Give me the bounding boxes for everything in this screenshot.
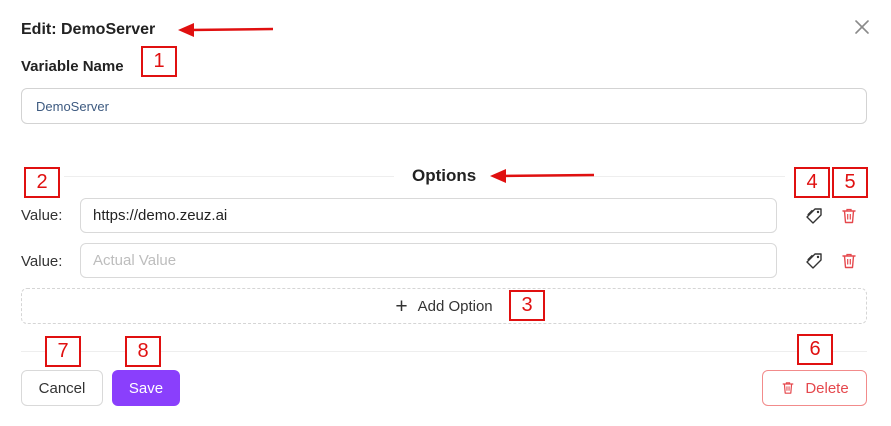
delete-option-button[interactable] <box>839 251 859 271</box>
option-value-label: Value: <box>21 207 63 224</box>
close-icon <box>855 20 869 34</box>
tag-icon <box>806 208 822 224</box>
trash-icon <box>842 253 856 269</box>
tag-button[interactable] <box>804 206 824 226</box>
dialog-title: Edit: DemoServer <box>21 21 156 38</box>
option-value-input[interactable] <box>80 243 777 278</box>
variable-name-label: Variable Name <box>21 58 124 75</box>
annotation-label: 6 <box>797 334 833 365</box>
tag-button[interactable] <box>804 251 824 271</box>
add-option-label: Add Option <box>417 297 493 315</box>
annotation-label: 8 <box>125 336 161 367</box>
options-title: Options <box>412 166 477 185</box>
annotation-label: 3 <box>509 290 545 321</box>
option-value-label: Value: <box>21 253 63 270</box>
delete-option-button[interactable] <box>839 206 859 226</box>
add-option-button[interactable]: + Add Option <box>21 288 867 324</box>
annotation-label: 4 <box>794 167 830 198</box>
trash-icon <box>782 382 794 394</box>
save-button[interactable]: Save <box>112 370 180 406</box>
tag-icon <box>806 253 822 269</box>
annotation-label: 2 <box>24 167 60 198</box>
annotation-label: 7 <box>45 336 81 367</box>
annotation-arrow <box>178 23 274 37</box>
options-divider-left <box>64 176 394 177</box>
edit-variable-dialog: Edit: DemoServer Variable Name Options V… <box>0 0 891 426</box>
annotation-label: 1 <box>141 46 177 77</box>
option-value-input[interactable] <box>80 198 777 233</box>
annotation-label: 5 <box>832 167 868 198</box>
plus-icon: + <box>395 294 408 318</box>
cancel-button[interactable]: Cancel <box>21 370 103 406</box>
annotation-arrow <box>490 169 595 183</box>
delete-label: Delete <box>805 379 849 397</box>
close-button[interactable] <box>852 17 872 37</box>
trash-icon <box>842 208 856 224</box>
delete-button[interactable]: Delete <box>762 370 867 406</box>
variable-name-input[interactable] <box>21 88 867 124</box>
